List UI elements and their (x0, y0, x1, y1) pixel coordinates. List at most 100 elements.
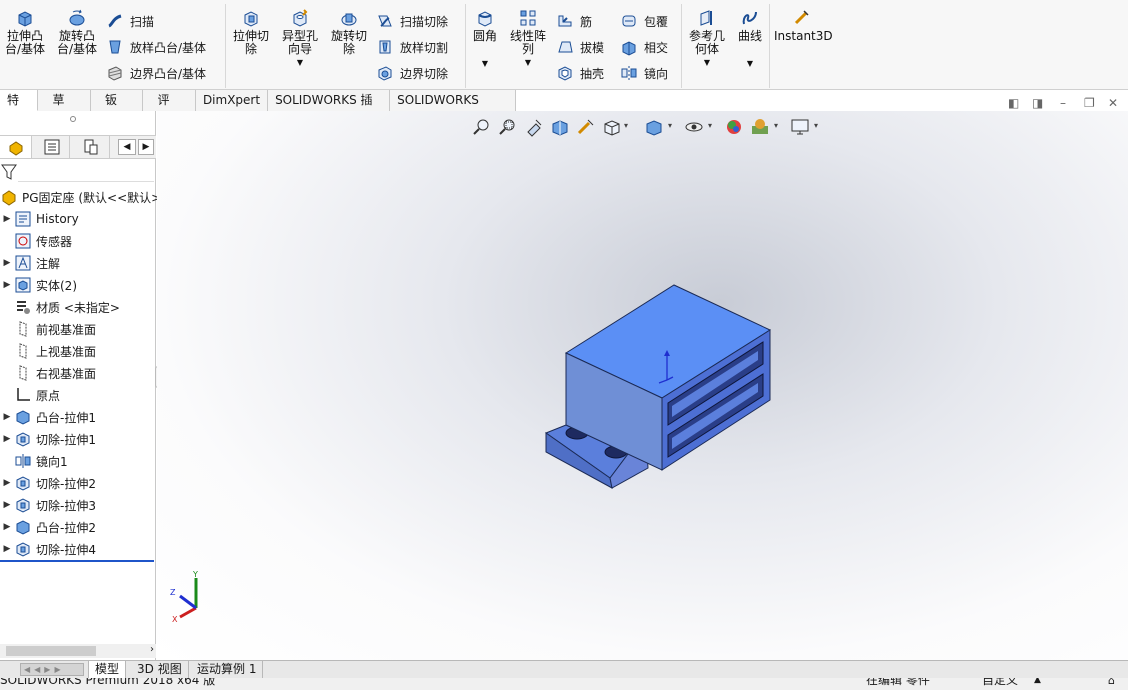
view-settings-dropdown-icon[interactable]: ▾ (814, 121, 818, 130)
hole-wizard-dropdown-icon[interactable]: ▼ (278, 56, 322, 69)
tree-item-annotations[interactable]: ▶ 注解 (0, 253, 156, 273)
tab-scroll-right-button[interactable]: ▶ (138, 139, 154, 155)
tree-item-boss-extrude1[interactable]: ▶ 凸台-拉伸1 (0, 407, 156, 427)
tab-dimxpert[interactable]: DimXpert (195, 90, 269, 111)
status-units-label[interactable]: 自定义 (982, 678, 1018, 688)
panel-left-icon[interactable]: ◧ (1008, 96, 1019, 110)
linear-pattern-button[interactable]: 线性阵 列 ▼ (506, 4, 550, 69)
tree-item-boss-extrude2[interactable]: ▶ 凸台-拉伸2 (0, 517, 156, 537)
status-extra-icon[interactable]: ⌂ (1108, 678, 1115, 689)
curves-button[interactable]: 曲线 ▼ (734, 4, 766, 70)
tab-sketch[interactable]: 草图 (38, 90, 91, 127)
dynamic-annotation-icon[interactable] (576, 117, 596, 137)
apply-scene-dropdown-icon[interactable]: ▾ (774, 121, 778, 130)
tab-features[interactable]: 特征 (0, 90, 39, 127)
hole-wizard-button[interactable]: 异型孔 向导 ▼ (278, 4, 322, 69)
previous-view-icon[interactable] (524, 117, 544, 137)
reference-geometry-dropdown-icon[interactable]: ▼ (686, 56, 728, 69)
rib-button[interactable]: 筋 (556, 10, 592, 32)
tree-item-cut-extrude2[interactable]: ▶ 切除-拉伸2 (0, 473, 156, 493)
display-style-dropdown-icon[interactable]: ▾ (668, 121, 672, 130)
tree-item-mirror1[interactable]: 镜向1 (0, 451, 156, 471)
units-dropdown-icon[interactable]: ▲ (1034, 678, 1041, 688)
expand-icon[interactable]: ▶ (0, 522, 14, 532)
display-style-icon[interactable] (644, 117, 664, 137)
view-orientation-icon[interactable] (602, 117, 622, 137)
intersect-button[interactable]: 相交 (620, 36, 668, 58)
sweep-cut-button[interactable]: 扫描切除 (376, 10, 448, 32)
curves-dropdown-icon[interactable]: ▼ (734, 57, 766, 70)
bottom-tab-3d-view[interactable]: 3D 视图 (131, 661, 189, 678)
zoom-to-fit-icon[interactable] (472, 117, 492, 137)
draft-button[interactable]: 拔模 (556, 36, 604, 58)
apply-scene-icon[interactable] (750, 117, 770, 137)
tree-item-top-plane[interactable]: 上视基准面 (0, 341, 156, 361)
view-orientation-dropdown-icon[interactable]: ▾ (624, 121, 628, 130)
expand-icon[interactable]: ▶ (0, 412, 14, 422)
sweep-button[interactable]: 扫描 (106, 10, 154, 32)
boundary-cut-button[interactable]: 边界切除 (376, 62, 448, 84)
tab-mbd[interactable]: SOLIDWORKS MBD (390, 90, 516, 127)
tree-item-history[interactable]: ▶ History (0, 209, 156, 229)
scrollbar-thumb[interactable] (6, 646, 96, 656)
bottom-tab-motion-study[interactable]: 运动算例 1 (191, 661, 264, 678)
fillet-button[interactable]: 圆角 ▼ (470, 4, 500, 70)
expand-icon[interactable]: ▶ (0, 434, 14, 444)
tree-item-front-plane[interactable]: 前视基准面 (0, 319, 156, 339)
tree-item-right-plane[interactable]: 右视基准面 (0, 363, 156, 383)
revolve-cut-button[interactable]: 旋转切 除 (328, 4, 370, 56)
tree-item-cut-extrude1[interactable]: ▶ 切除-拉伸1 (0, 429, 156, 449)
expand-icon[interactable]: ▶ (0, 544, 14, 554)
tab-evaluate[interactable]: 评估 (143, 90, 196, 127)
tree-root-part[interactable]: PG固定座 (默认<<默认> (0, 187, 161, 207)
tree-item-cut-extrude3[interactable]: ▶ 切除-拉伸3 (0, 495, 156, 515)
configuration-manager-tab[interactable] (72, 136, 110, 158)
rollback-bar[interactable] (0, 560, 154, 562)
panel-handle-icon[interactable] (70, 116, 76, 122)
tree-item-solid-bodies[interactable]: ▶ 实体(2) (0, 275, 156, 295)
instant3d-button[interactable]: Instant3D (774, 4, 833, 43)
tab-nav-buttons[interactable]: ◀◀▶▶ (20, 663, 84, 676)
property-manager-tab[interactable] (34, 136, 70, 158)
expand-icon[interactable]: ▶ (0, 280, 14, 290)
view-settings-icon[interactable] (790, 117, 810, 137)
tab-sheet-metal[interactable]: 钣金 (90, 90, 144, 127)
tree-item-cut-extrude4[interactable]: ▶ 切除-拉伸4 (0, 539, 156, 559)
tree-item-sensors[interactable]: 传感器 (0, 231, 156, 251)
hide-show-items-icon[interactable] (684, 117, 704, 137)
loft-cut-button[interactable]: 放样切割 (376, 36, 448, 58)
tree-item-origin[interactable]: 原点 (0, 385, 156, 405)
mirror-button[interactable]: 镜向 (620, 62, 668, 84)
tab-addins[interactable]: SOLIDWORKS 插件 (268, 90, 391, 127)
feature-manager-tab[interactable] (0, 136, 32, 158)
filter-box[interactable] (18, 162, 154, 182)
edit-appearance-icon[interactable] (724, 117, 744, 137)
boundary-boss-button[interactable]: 边界凸台/基体 (106, 62, 206, 84)
shell-button[interactable]: 抽壳 (556, 62, 604, 84)
reference-geometry-button[interactable]: 参考几 何体 ▼ (686, 4, 728, 69)
section-view-icon[interactable] (550, 117, 570, 137)
horizontal-scrollbar[interactable]: › (0, 644, 156, 658)
panel-right-icon[interactable]: ◨ (1032, 96, 1043, 110)
scroll-right-icon[interactable]: › (150, 644, 154, 655)
part-model[interactable] (540, 280, 780, 492)
extrude-boss-button[interactable]: 拉伸凸 台/基体 (2, 4, 48, 56)
hide-show-dropdown-icon[interactable]: ▾ (708, 121, 712, 130)
tree-item-material[interactable]: 材质 <未指定> (0, 297, 156, 317)
fillet-dropdown-icon[interactable]: ▼ (470, 57, 500, 70)
expand-icon[interactable]: ▶ (0, 258, 14, 268)
filter-icon[interactable] (1, 163, 17, 181)
zoom-to-area-icon[interactable] (498, 117, 518, 137)
expand-icon[interactable]: ▶ (0, 478, 14, 488)
expand-icon[interactable]: ▶ (0, 214, 14, 224)
bottom-tab-model[interactable]: 模型 (88, 661, 127, 678)
extrude-cut-button[interactable]: 拉伸切 除 (230, 4, 272, 56)
linear-pattern-dropdown-icon[interactable]: ▼ (506, 56, 550, 69)
minimize-icon[interactable]: – (1060, 96, 1066, 110)
revolve-boss-button[interactable]: 旋转凸 台/基体 (54, 4, 100, 56)
loft-button[interactable]: 放样凸台/基体 (106, 36, 206, 58)
expand-icon[interactable]: ▶ (0, 500, 14, 510)
close-icon[interactable]: ✕ (1108, 96, 1118, 110)
restore-icon[interactable]: ❐ (1084, 96, 1095, 110)
wrap-button[interactable]: 包覆 (620, 10, 668, 32)
